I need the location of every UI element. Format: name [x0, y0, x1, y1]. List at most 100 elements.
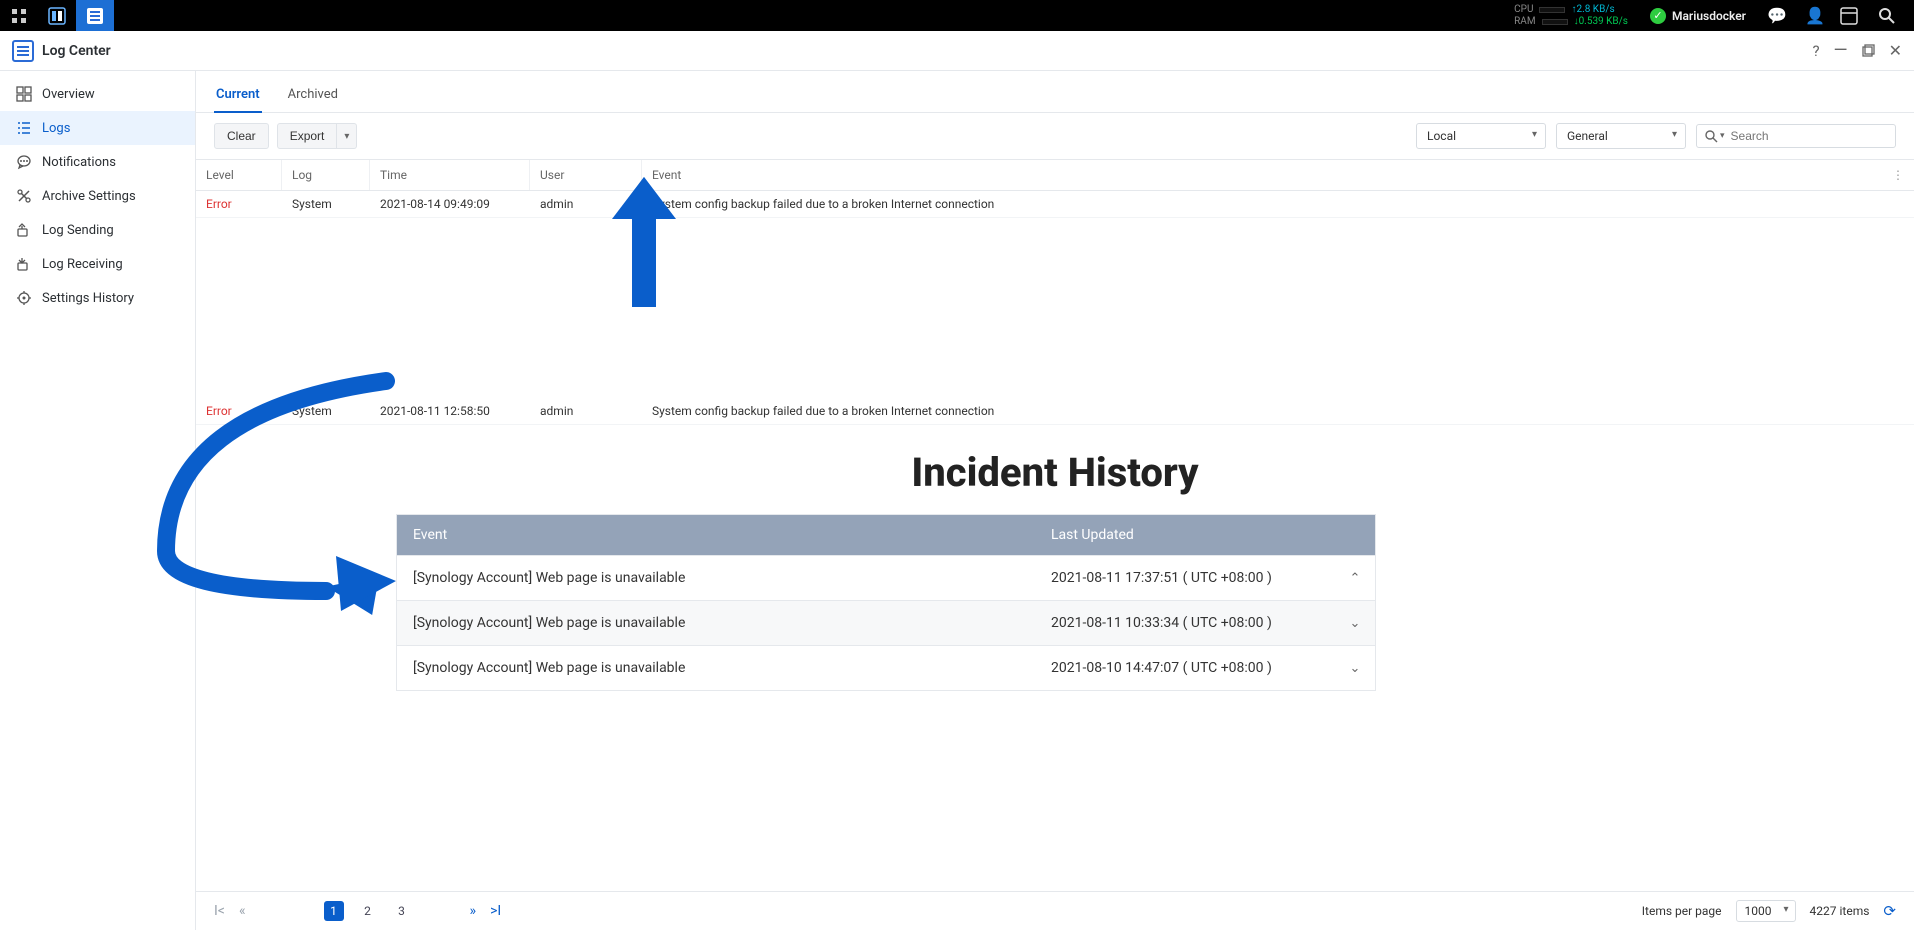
help-button[interactable]: ?: [1812, 42, 1819, 60]
taskbar-right: CPU↑2.8 KB/s RAM↓0.539 KB/s ✓ Mariusdock…: [1510, 0, 1914, 31]
export-button[interactable]: Export: [277, 123, 338, 149]
overview-icon: [16, 86, 32, 102]
col-header-log[interactable]: Log: [282, 160, 370, 190]
page-next-button[interactable]: »: [470, 903, 477, 919]
scope-select[interactable]: Local: [1416, 123, 1546, 149]
grid-columns-menu[interactable]: ⋮: [1882, 160, 1914, 190]
col-header-time[interactable]: Time: [370, 160, 530, 190]
incident-cell-updated: 2021-08-11 17:37:51 ( UTC +08:00 ): [1035, 556, 1335, 600]
tab-archived[interactable]: Archived: [286, 81, 340, 112]
annotation-arrow-curve: [66, 371, 406, 631]
chevron-down-icon[interactable]: ⌄: [1335, 646, 1375, 690]
page-number[interactable]: 2: [358, 901, 378, 921]
sidebar-item-notifications[interactable]: Notifications: [0, 145, 195, 179]
sidebar-label: Archive Settings: [42, 189, 136, 204]
page-first-button[interactable]: I<: [214, 903, 225, 919]
page-last-button[interactable]: >I: [490, 903, 501, 919]
sidebar-label: Overview: [42, 87, 95, 102]
cell-user: admin: [530, 398, 642, 424]
minimize-button[interactable]: —: [1834, 40, 1848, 61]
sidebar-label: Log Receiving: [42, 257, 123, 272]
col-header-event[interactable]: Event: [642, 160, 1882, 190]
close-button[interactable]: ✕: [1889, 41, 1902, 60]
taskbar-apps-button[interactable]: [0, 0, 38, 31]
widgets-icon[interactable]: [1840, 7, 1866, 25]
grid-header: Level Log Time User Event ⋮: [196, 160, 1914, 191]
user-menu[interactable]: ✓ Mariusdocker: [1644, 8, 1752, 24]
page-number[interactable]: 3: [392, 901, 412, 921]
username: Mariusdocker: [1672, 9, 1746, 23]
incident-table: Event Last Updated [Synology Account] We…: [396, 514, 1376, 691]
toolbar: Clear Export ▾ Local General ▾: [196, 113, 1914, 160]
incident-row[interactable]: [Synology Account] Web page is unavailab…: [397, 555, 1375, 600]
items-per-page-label: Items per page: [1642, 904, 1722, 918]
sidebar-label: Logs: [42, 121, 70, 136]
search-icon: ▾: [1705, 130, 1725, 143]
system-monitor[interactable]: CPU↑2.8 KB/s RAM↓0.539 KB/s: [1510, 2, 1632, 29]
window-title: Log Center: [42, 43, 111, 59]
os-taskbar: CPU↑2.8 KB/s RAM↓0.539 KB/s ✓ Mariusdock…: [0, 0, 1914, 31]
incident-cell-event: [Synology Account] Web page is unavailab…: [397, 556, 1035, 600]
incident-cell-event: [Synology Account] Web page is unavailab…: [397, 646, 1035, 690]
tabs: Current Archived: [196, 71, 1914, 113]
log-row[interactable]: Error System 2021-08-11 12:58:50 admin S…: [196, 398, 1914, 425]
incident-row[interactable]: [Synology Account] Web page is unavailab…: [397, 600, 1375, 645]
pagination-bar: I< « 1 2 3 » >I Items per page 1000 4227…: [196, 891, 1914, 930]
ram-bar-icon: [1542, 19, 1568, 25]
sidebar-item-logs[interactable]: Logs: [0, 111, 195, 145]
archive-settings-icon: [16, 188, 32, 204]
incident-row[interactable]: [Synology Account] Web page is unavailab…: [397, 645, 1375, 690]
chevron-up-icon[interactable]: ⌃: [1335, 556, 1375, 600]
incident-header-updated: Last Updated: [1035, 515, 1375, 555]
log-receiving-icon: [16, 256, 32, 272]
sidebar-item-log-receiving[interactable]: Log Receiving: [0, 247, 195, 281]
page-number[interactable]: 1: [324, 901, 344, 921]
search-icon[interactable]: [1878, 7, 1904, 25]
net-down: ↓0.539 KB/s: [1574, 16, 1628, 27]
category-select[interactable]: General: [1556, 123, 1686, 149]
incident-cell-event: [Synology Account] Web page is unavailab…: [397, 601, 1035, 645]
maximize-button[interactable]: [1862, 44, 1875, 57]
taskbar-app-1[interactable]: [38, 0, 76, 31]
window-titlebar: Log Center ? — ✕: [0, 31, 1914, 71]
tab-current[interactable]: Current: [214, 81, 262, 112]
incident-cell-updated: 2021-08-10 14:47:07 ( UTC +08:00 ): [1035, 646, 1335, 690]
refresh-button[interactable]: ⟳: [1883, 902, 1896, 920]
incident-history-title: Incident History: [196, 449, 1914, 496]
total-items: 4227 items: [1810, 904, 1870, 918]
items-per-page-select[interactable]: 1000: [1736, 900, 1796, 922]
taskbar-app-logcenter[interactable]: [76, 0, 114, 31]
incident-cell-updated: 2021-08-11 10:33:34 ( UTC +08:00 ): [1035, 601, 1335, 645]
cell-level: Error: [196, 191, 282, 217]
cpu-bar-icon: [1539, 7, 1565, 13]
cell-log: System: [282, 191, 370, 217]
incident-table-header: Event Last Updated: [397, 515, 1375, 555]
annotation-arrow-up: [604, 177, 684, 307]
cell-event: System config backup failed due to a bro…: [642, 191, 1914, 217]
sidebar-label: Notifications: [42, 155, 116, 170]
user-icon[interactable]: 👤: [1802, 6, 1828, 25]
cell-event: System config backup failed due to a bro…: [642, 398, 1914, 424]
sidebar-item-log-sending[interactable]: Log Sending: [0, 213, 195, 247]
export-dropdown-caret[interactable]: ▾: [337, 123, 357, 149]
status-ok-icon: ✓: [1650, 8, 1666, 24]
sidebar-item-archive-settings[interactable]: Archive Settings: [0, 179, 195, 213]
search-input[interactable]: [1731, 129, 1887, 143]
ram-label: RAM: [1514, 16, 1535, 27]
export-button-group: Export ▾: [277, 123, 358, 149]
sidebar-item-overview[interactable]: Overview: [0, 77, 195, 111]
settings-history-icon: [16, 290, 32, 306]
page-prev-button[interactable]: «: [239, 903, 246, 919]
notifications-icon: [16, 154, 32, 170]
chat-icon[interactable]: 💬: [1764, 6, 1790, 25]
main-panel: Current Archived Clear Export ▾ Local Ge…: [196, 71, 1914, 930]
log-row[interactable]: Error System 2021-08-14 09:49:09 admin S…: [196, 191, 1914, 218]
chevron-down-icon[interactable]: ⌄: [1335, 601, 1375, 645]
sidebar-label: Log Sending: [42, 223, 114, 238]
sidebar-item-settings-history[interactable]: Settings History: [0, 281, 195, 315]
col-header-level[interactable]: Level: [196, 160, 282, 190]
search-box[interactable]: ▾: [1696, 124, 1896, 148]
clear-button[interactable]: Clear: [214, 123, 269, 149]
cell-time: 2021-08-14 09:49:09: [370, 191, 530, 217]
app-body: Overview Logs Notifications Archive Sett…: [0, 71, 1914, 930]
